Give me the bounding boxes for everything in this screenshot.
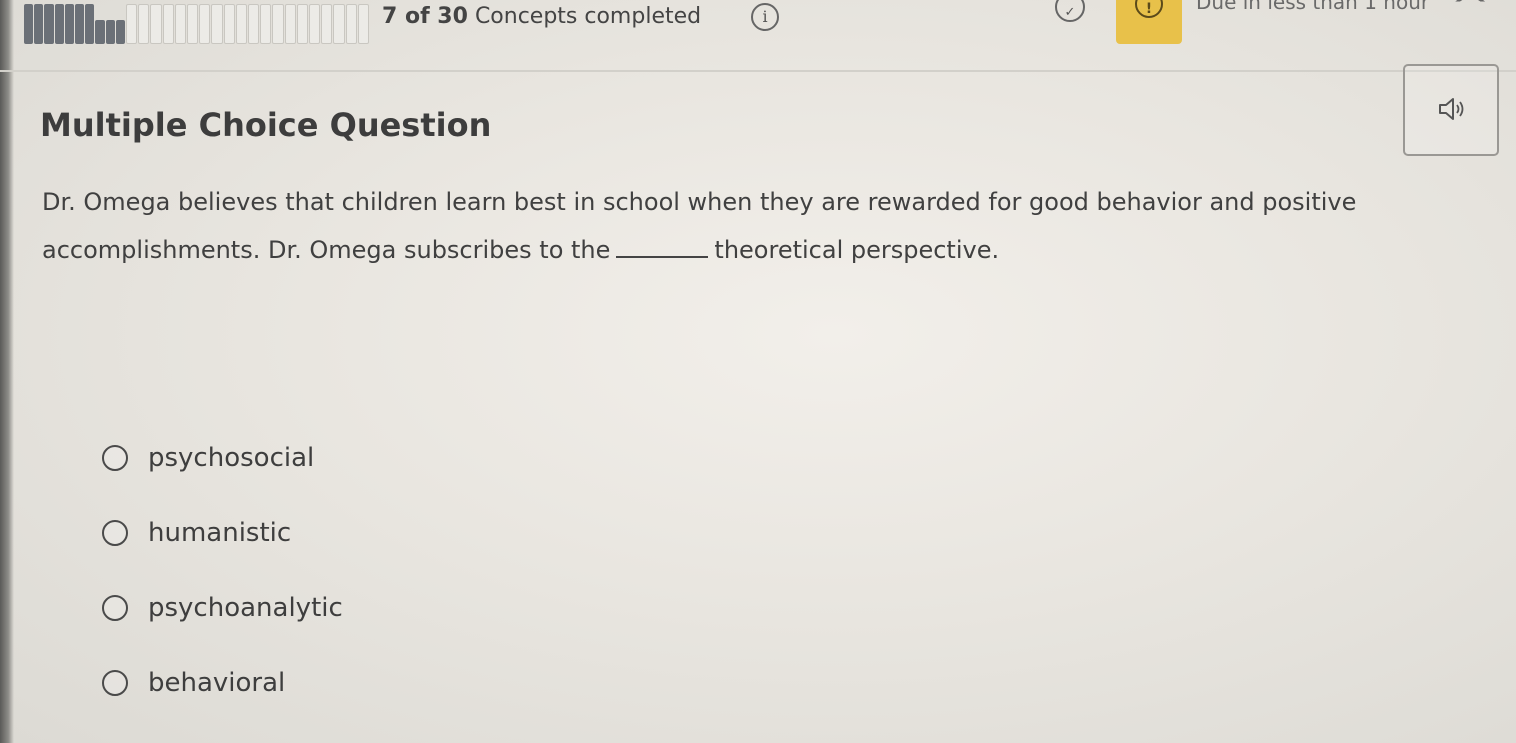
progress-segment — [296, 4, 309, 44]
progress-segment — [235, 4, 248, 44]
progress-segment — [150, 4, 162, 44]
option-behavioral[interactable]: behavioral — [102, 645, 343, 720]
question-type-title: Multiple Choice Question — [40, 106, 492, 144]
progress-segment — [54, 4, 64, 44]
progress-segment — [272, 4, 284, 44]
alert-icon: ! — [1135, 0, 1163, 18]
due-alert-button[interactable]: ! — [1116, 0, 1182, 44]
progress-segment — [211, 4, 223, 44]
progress-segment — [321, 4, 333, 44]
progress-segment — [187, 4, 199, 44]
read-aloud-button[interactable] — [1403, 64, 1499, 156]
radio-button[interactable] — [102, 444, 128, 471]
progress-text: 7 of 30 Concepts completed — [382, 4, 701, 29]
chevron-up-icon[interactable]: ^ — [1450, 0, 1490, 26]
progress-segment — [138, 4, 150, 44]
progress-segment — [75, 4, 85, 44]
answer-options: psychosocial humanistic psychoanalytic b… — [102, 420, 343, 720]
option-label: psychosocial — [148, 442, 315, 473]
progress-segment — [105, 20, 115, 44]
radio-button[interactable] — [102, 594, 128, 621]
progress-segment — [34, 4, 44, 44]
progress-segment — [64, 4, 75, 44]
progress-segment — [85, 4, 95, 44]
progress-segment — [44, 4, 54, 44]
speaker-icon — [1439, 98, 1464, 120]
progress-label: Concepts completed — [474, 4, 702, 29]
option-label: humanistic — [148, 517, 292, 548]
question-text-after: theoretical perspective. — [714, 236, 1000, 264]
radio-button[interactable] — [102, 519, 128, 546]
progress-segment — [345, 4, 357, 44]
option-label: behavioral — [148, 667, 286, 698]
progress-segment — [223, 4, 235, 44]
concept-progress-bar — [24, 4, 370, 44]
question-text: Dr. Omega believes that children learn b… — [42, 178, 1482, 274]
progress-segment — [248, 4, 260, 44]
progress-segment — [95, 20, 105, 44]
progress-segment — [284, 4, 296, 44]
due-text: Due in less than 1 hour — [1196, 0, 1430, 14]
progress-count: 7 of 30 — [382, 4, 468, 29]
answer-blank — [616, 240, 709, 258]
radio-button[interactable] — [102, 669, 128, 696]
progress-segment — [24, 4, 34, 44]
progress-segment — [174, 4, 187, 44]
progress-segment — [115, 20, 126, 44]
screen-edge — [0, 0, 14, 743]
info-icon[interactable]: i — [751, 3, 779, 31]
progress-segment — [260, 4, 272, 44]
progress-segment — [309, 4, 321, 44]
progress-segment — [199, 4, 211, 44]
check-circle-icon[interactable]: ✓ — [1055, 0, 1085, 22]
progress-segment — [333, 4, 345, 44]
progress-segment — [126, 4, 138, 44]
progress-segment — [162, 4, 174, 44]
option-psychosocial[interactable]: psychosocial — [102, 420, 343, 495]
option-label: psychoanalytic — [148, 592, 343, 623]
option-psychoanalytic[interactable]: psychoanalytic — [102, 570, 343, 645]
option-humanistic[interactable]: humanistic — [102, 495, 343, 570]
top-bar: 7 of 30 Concepts completed i ✓ ! Due in … — [0, 0, 1516, 72]
progress-segment — [357, 4, 370, 44]
